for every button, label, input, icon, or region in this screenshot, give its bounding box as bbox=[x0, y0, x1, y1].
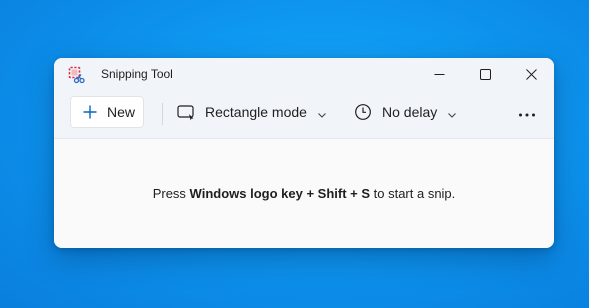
content-area: Press Windows logo key + Shift + S to st… bbox=[54, 139, 554, 248]
close-button[interactable] bbox=[508, 58, 554, 90]
snip-mode-dropdown[interactable]: Rectangle mode bbox=[172, 96, 327, 128]
toolbar-divider bbox=[162, 103, 163, 125]
minimize-button[interactable] bbox=[416, 58, 462, 90]
maximize-icon bbox=[479, 68, 491, 80]
hint-shortcut: Windows logo key + Shift + S bbox=[189, 186, 371, 201]
clock-icon bbox=[354, 103, 372, 121]
rectangle-snip-icon bbox=[177, 103, 195, 121]
new-snip-button[interactable]: New bbox=[70, 96, 144, 128]
snipping-tool-window: Snipping Tool New Rectangle mode No dela… bbox=[54, 58, 554, 248]
delay-label: No delay bbox=[382, 104, 438, 120]
hint-suffix: to start a snip. bbox=[370, 186, 456, 201]
toolbar: New Rectangle mode No delay bbox=[54, 90, 554, 139]
window-title: Snipping Tool bbox=[101, 67, 173, 81]
snip-hint-text: Press Windows logo key + Shift + S to st… bbox=[54, 186, 554, 201]
minimize-icon bbox=[434, 69, 445, 80]
snip-mode-label: Rectangle mode bbox=[205, 104, 307, 120]
title-bar[interactable]: Snipping Tool bbox=[54, 58, 554, 90]
chevron-down-icon bbox=[447, 107, 457, 118]
hint-prefix: Press bbox=[152, 186, 190, 201]
snipping-tool-icon bbox=[68, 66, 86, 84]
more-options-button[interactable] bbox=[512, 100, 542, 128]
plus-icon bbox=[83, 105, 97, 119]
maximize-button[interactable] bbox=[462, 58, 508, 90]
new-button-label: New bbox=[107, 104, 136, 120]
delay-dropdown[interactable]: No delay bbox=[349, 96, 457, 128]
more-options-icon bbox=[518, 105, 536, 123]
close-icon bbox=[525, 68, 537, 80]
chevron-down-icon bbox=[317, 107, 327, 118]
desktop-background: Snipping Tool New Rectangle mode No dela… bbox=[0, 0, 589, 308]
